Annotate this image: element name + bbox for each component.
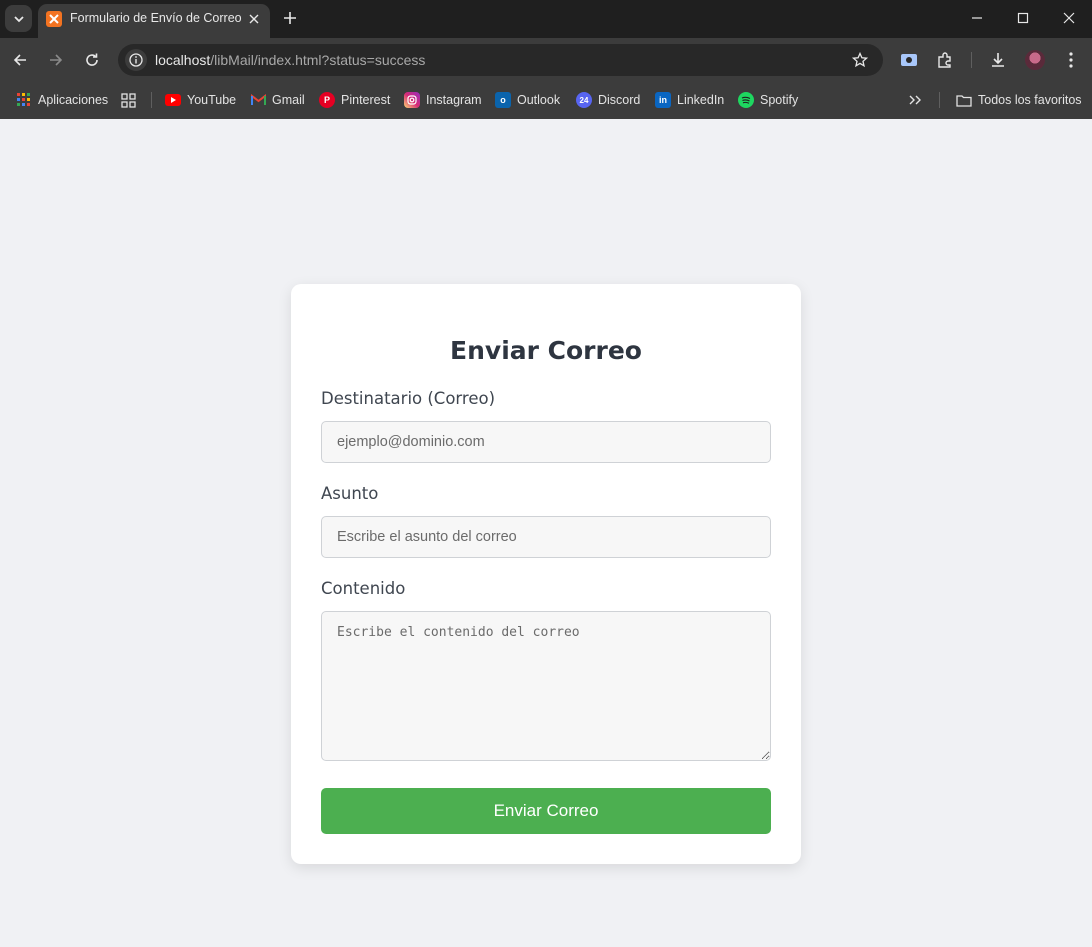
instagram-icon — [404, 92, 420, 108]
close-icon — [1063, 12, 1075, 24]
tab-strip: Formulario de Envío de Correo — [0, 0, 1092, 38]
discord-icon: 24 — [576, 92, 592, 108]
bookmark-label: Aplicaciones — [38, 93, 109, 107]
all-bookmarks-folder[interactable]: Todos los favoritos — [956, 90, 1082, 110]
content-textarea[interactable] — [321, 611, 771, 761]
bookmark-instagram[interactable]: Instagram — [404, 90, 482, 110]
arrow-left-icon — [13, 54, 26, 66]
minimize-button[interactable] — [954, 0, 1000, 36]
screen-share-icon[interactable] — [899, 50, 919, 70]
download-icon[interactable] — [988, 50, 1008, 70]
url-path: /libMail/index.html?status=success — [210, 52, 426, 68]
outlook-icon: o — [495, 92, 511, 108]
youtube-icon — [165, 94, 181, 106]
back-button[interactable] — [8, 48, 32, 72]
pinterest-icon: P — [319, 92, 335, 108]
browser-toolbar: localhost/libMail/index.html?status=succ… — [0, 38, 1092, 82]
arrow-right-icon — [50, 54, 63, 66]
reload-icon — [86, 53, 98, 66]
close-window-button[interactable] — [1046, 0, 1092, 36]
double-chevron-right-icon — [909, 95, 921, 105]
bookmark-label: Spotify — [760, 93, 799, 107]
active-tab[interactable]: Formulario de Envío de Correo — [38, 4, 270, 38]
chevron-down-icon — [13, 15, 24, 22]
bookmark-label: LinkedIn — [677, 93, 725, 107]
bookmark-label: Gmail — [272, 93, 305, 107]
bookmark-outlook[interactable]: o Outlook — [495, 90, 560, 110]
bookmarks-bar: Aplicaciones YouTube Gmail P Pinterest I… — [0, 82, 1092, 119]
toolbar-divider — [971, 52, 972, 68]
bookmark-label: Outlook — [517, 93, 561, 107]
grid-icon — [120, 92, 136, 108]
recipient-email-input[interactable] — [321, 421, 771, 463]
bookmarks-divider — [151, 92, 152, 108]
all-bookmarks-label: Todos los favoritos — [978, 93, 1082, 107]
forward-button[interactable] — [44, 48, 68, 72]
bookmark-pinterest[interactable]: P Pinterest — [319, 90, 390, 110]
minimize-icon — [972, 17, 982, 19]
maximize-button[interactable] — [1000, 0, 1046, 36]
gmail-icon — [250, 92, 266, 108]
folder-icon — [956, 92, 972, 108]
maximize-icon — [1017, 12, 1029, 24]
email-form-card: Enviar Correo Destinatario (Correo) Asun… — [291, 284, 801, 864]
bookmark-spotify[interactable]: Spotify — [738, 90, 798, 110]
linkedin-icon: in — [655, 92, 671, 108]
tab-search-button[interactable] — [5, 5, 32, 32]
more-menu-icon[interactable] — [1061, 50, 1081, 70]
tab-groups-button[interactable] — [120, 90, 136, 110]
bookmark-label: Pinterest — [341, 93, 391, 107]
bookmark-label: Instagram — [426, 93, 482, 107]
bookmark-linkedin[interactable]: in LinkedIn — [655, 90, 724, 110]
recipient-label: Destinatario (Correo) — [321, 389, 496, 408]
extensions-icon[interactable] — [935, 50, 955, 70]
subject-label: Asunto — [321, 484, 379, 503]
form-title: Enviar Correo — [450, 336, 642, 365]
apps-grid-icon — [16, 92, 32, 108]
content-label: Contenido — [321, 579, 406, 598]
close-tab-icon[interactable] — [246, 11, 262, 27]
bookmark-star-icon[interactable] — [851, 51, 869, 69]
site-info-icon[interactable] — [125, 49, 147, 71]
send-email-button[interactable]: Enviar Correo — [321, 788, 771, 834]
bookmarks-divider — [939, 92, 940, 108]
bookmark-label: Discord — [598, 93, 641, 107]
bookmark-discord[interactable]: 24 Discord — [576, 90, 640, 110]
url-text: localhost/libMail/index.html?status=succ… — [155, 52, 425, 68]
address-bar[interactable]: localhost/libMail/index.html?status=succ… — [118, 44, 883, 76]
tab-title: Formulario de Envío de Correo — [70, 11, 242, 25]
spotify-icon — [738, 92, 754, 108]
bookmark-youtube[interactable]: YouTube — [165, 90, 236, 110]
reload-button[interactable] — [80, 48, 104, 72]
plus-icon — [284, 12, 296, 24]
profile-avatar[interactable] — [1025, 50, 1045, 70]
url-host: localhost — [155, 52, 211, 68]
new-tab-button[interactable] — [280, 8, 300, 28]
subject-input[interactable] — [321, 516, 771, 558]
bookmark-label: YouTube — [187, 93, 237, 107]
more-bookmarks-button[interactable] — [908, 90, 922, 110]
xampp-icon — [46, 11, 62, 27]
bookmark-gmail[interactable]: Gmail — [250, 90, 305, 110]
page-content: Enviar Correo Destinatario (Correo) Asun… — [0, 119, 1092, 947]
bookmark-aplicaciones[interactable]: Aplicaciones — [16, 90, 108, 110]
